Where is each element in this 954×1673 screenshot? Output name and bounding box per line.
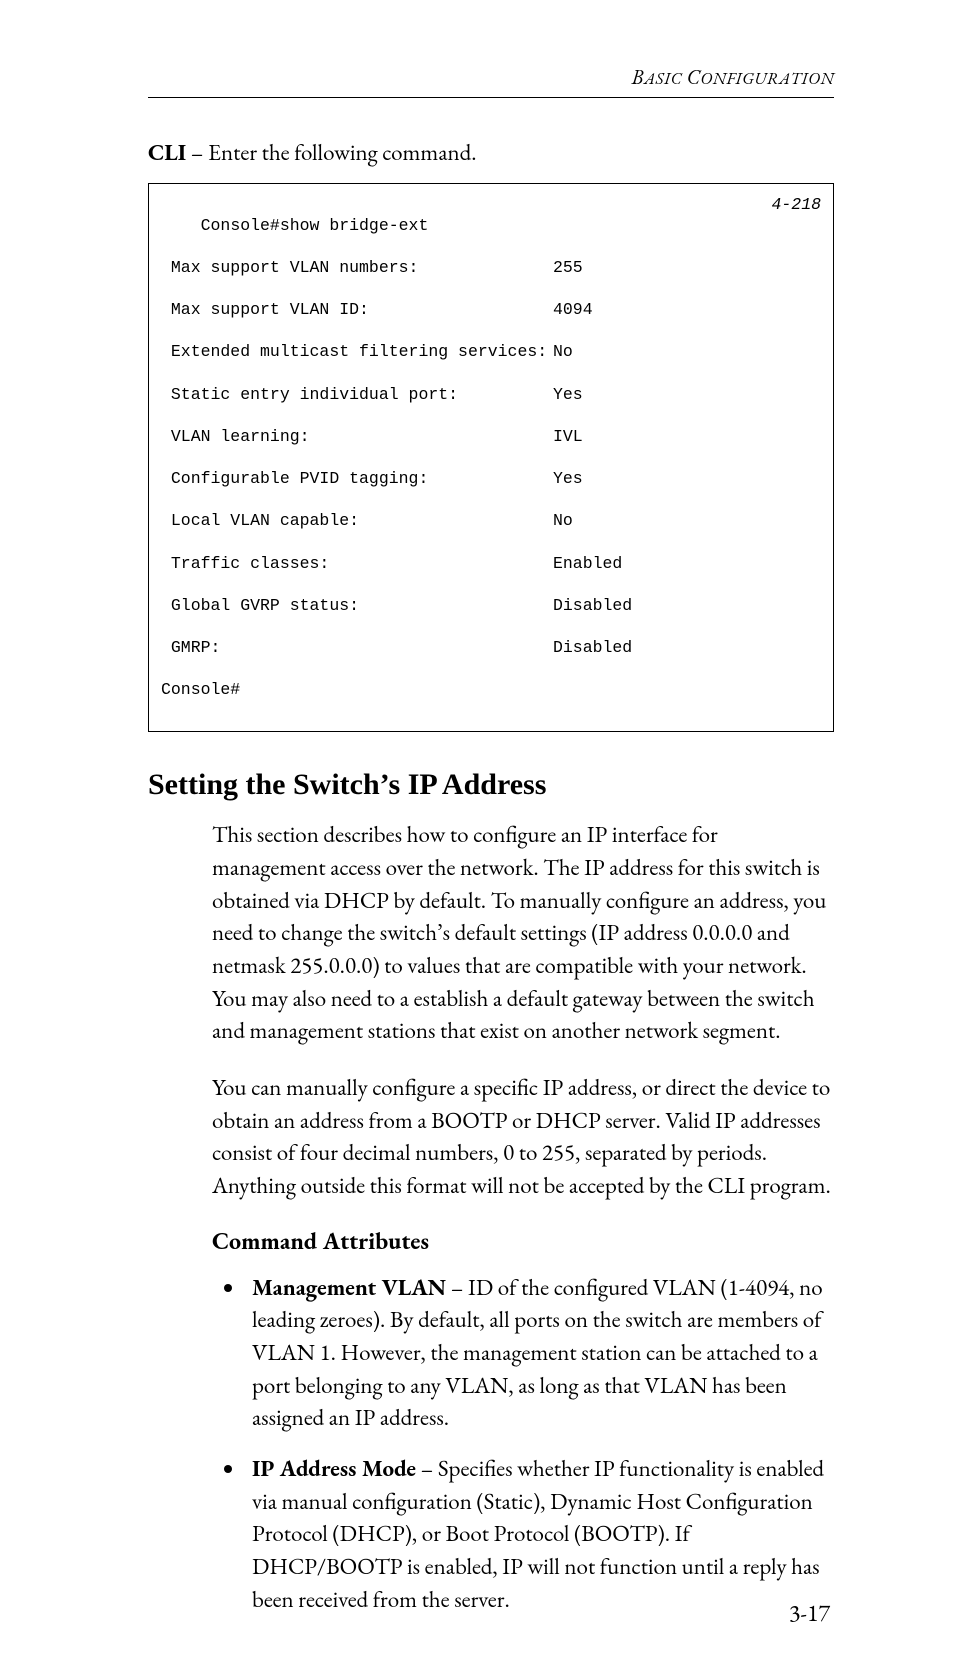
console-row: Local VLAN capable:No	[161, 510, 821, 531]
console-key: Extended multicast filtering services:	[161, 341, 553, 362]
section-title: Setting the Switch’s IP Address	[148, 768, 834, 802]
console-row: Global GVRP status:Disabled	[161, 595, 821, 616]
list-item: IP Address Mode – Specifies whether IP f…	[246, 1452, 834, 1615]
console-val: 4094	[553, 299, 821, 320]
console-key: Max support VLAN ID:	[161, 299, 553, 320]
page: BASIC CONFIGURATION CLI – Enter the foll…	[0, 0, 954, 1673]
cli-label: CLI	[148, 137, 186, 167]
console-key: Traffic classes:	[161, 553, 553, 574]
console-row: Traffic classes:Enabled	[161, 553, 821, 574]
lead-rest: – Enter the following command.	[186, 137, 476, 167]
subsection-title: Command Attributes	[212, 1226, 834, 1257]
console-val: Enabled	[553, 553, 821, 574]
console-key: Static entry individual port:	[161, 384, 553, 405]
console-key: GMRP:	[161, 637, 553, 658]
console-val: Disabled	[553, 595, 821, 616]
console-cmd: Console#show bridge-ext	[201, 216, 429, 235]
console-row: Max support VLAN numbers:255	[161, 257, 821, 278]
body-paragraph: You can manually configure a specific IP…	[212, 1071, 834, 1202]
console-val: IVL	[553, 426, 821, 447]
console-row: GMRP:Disabled	[161, 637, 821, 658]
console-key: Configurable PVID tagging:	[161, 468, 553, 489]
attribute-list: Management VLAN – ID of the configured V…	[212, 1271, 834, 1616]
console-val: Disabled	[553, 637, 821, 658]
page-number: 3-17	[789, 1598, 830, 1629]
attr-term: Management VLAN	[252, 1272, 446, 1302]
console-val: Yes	[553, 384, 821, 405]
console-key: Local VLAN capable:	[161, 510, 553, 531]
running-head-text: BASIC CONFIGURATION	[631, 64, 834, 91]
console-key: VLAN learning:	[161, 426, 553, 447]
console-val: No	[553, 510, 821, 531]
console-output: Console#show bridge-ext 4-218 Max suppor…	[148, 183, 834, 733]
lead-sentence: CLI – Enter the following command.	[148, 136, 834, 169]
body-paragraph: This section describes how to configure …	[212, 818, 834, 1047]
console-row: Max support VLAN ID:4094	[161, 299, 821, 320]
console-val: 255	[553, 257, 821, 278]
console-key: Max support VLAN numbers:	[161, 257, 553, 278]
console-ref: 4-218	[771, 194, 821, 215]
console-val: No	[553, 341, 821, 362]
running-head: BASIC CONFIGURATION	[148, 64, 834, 91]
console-row: Extended multicast filtering services:No	[161, 341, 821, 362]
console-row: Static entry individual port:Yes	[161, 384, 821, 405]
console-row: VLAN learning:IVL	[161, 426, 821, 447]
console-prompt: Console#	[161, 680, 240, 699]
header-rule	[148, 97, 834, 98]
list-item: Management VLAN – ID of the configured V…	[246, 1271, 834, 1434]
attr-term: IP Address Mode	[252, 1453, 416, 1483]
console-row: Configurable PVID tagging:Yes	[161, 468, 821, 489]
console-key: Global GVRP status:	[161, 595, 553, 616]
console-val: Yes	[553, 468, 821, 489]
